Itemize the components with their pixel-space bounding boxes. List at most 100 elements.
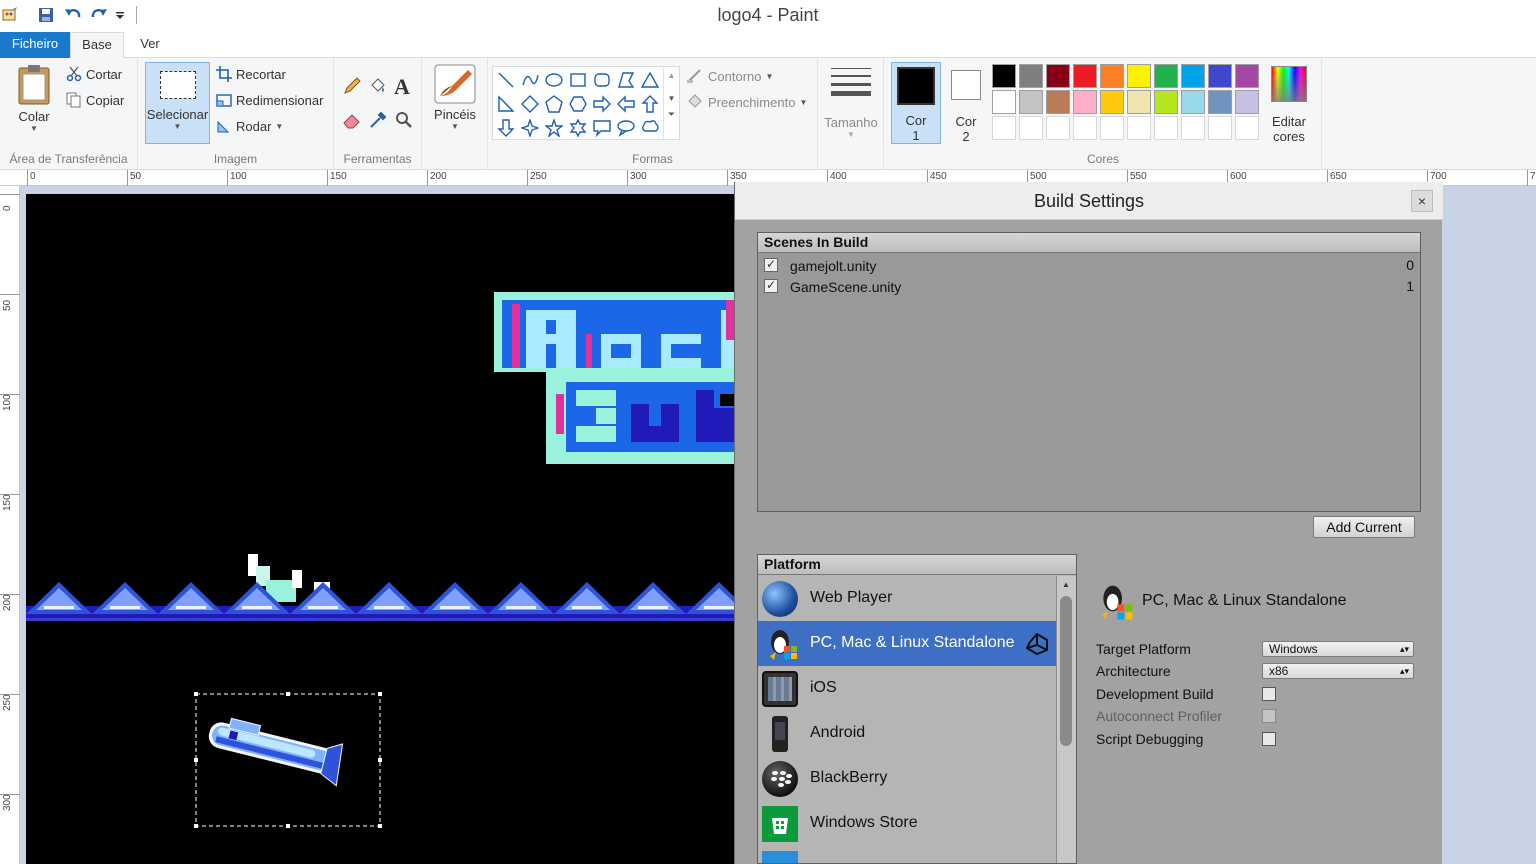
palette-swatch[interactable]: [992, 90, 1016, 114]
palette-swatch[interactable]: [1046, 90, 1070, 114]
eraser-tool[interactable]: [342, 110, 362, 130]
right-arrow-shape-icon[interactable]: [591, 93, 613, 115]
copy-button[interactable]: Copiar: [66, 92, 124, 108]
tab-view[interactable]: Ver: [130, 32, 170, 58]
edit-colors-button[interactable]: Editar cores: [1264, 64, 1314, 144]
curve-shape-icon[interactable]: [519, 69, 541, 91]
pentagon-shape-icon[interactable]: [543, 93, 565, 115]
cloud-callout-shape-icon[interactable]: [639, 117, 661, 139]
palette-swatch[interactable]: [1235, 64, 1259, 88]
palette-empty-swatch[interactable]: [1208, 116, 1232, 140]
palette-swatch[interactable]: [1208, 64, 1232, 88]
crop-button[interactable]: Recortar: [216, 66, 286, 82]
diamond-shape-icon[interactable]: [519, 93, 541, 115]
palette-empty-swatch[interactable]: [992, 116, 1016, 140]
paste-button[interactable]: Colar ▼: [6, 64, 62, 133]
palette-empty-swatch[interactable]: [1100, 116, 1124, 140]
close-button[interactable]: ×: [1411, 190, 1433, 212]
palette-swatch[interactable]: [1019, 90, 1043, 114]
palette-empty-swatch[interactable]: [1019, 116, 1043, 140]
five-point-star-shape-icon[interactable]: [543, 117, 565, 139]
palette-swatch[interactable]: [1154, 90, 1178, 114]
platform-item-windows-store[interactable]: Windows Store: [758, 801, 1056, 846]
shapes-scroll[interactable]: ▲ ▼ ⏷: [663, 67, 679, 139]
script-debugging-checkbox[interactable]: [1262, 732, 1276, 746]
fill-button[interactable]: Preenchimento ▼: [686, 94, 807, 110]
palette-swatch[interactable]: [992, 64, 1016, 88]
platform-item-blackberry[interactable]: BlackBerry: [758, 756, 1056, 801]
add-current-button[interactable]: Add Current: [1313, 516, 1415, 538]
platform-scrollbar-thumb[interactable]: [1060, 596, 1072, 746]
palette-swatch[interactable]: [1073, 64, 1097, 88]
fill-tool[interactable]: [368, 76, 388, 96]
palette-empty-swatch[interactable]: [1154, 116, 1178, 140]
platform-item-ios[interactable]: iOS: [758, 666, 1056, 711]
palette-empty-swatch[interactable]: [1181, 116, 1205, 140]
palette-swatch[interactable]: [1100, 64, 1124, 88]
line-shape-icon[interactable]: [495, 69, 517, 91]
scene-row[interactable]: ✓ gamejolt.unity 0: [758, 255, 1420, 277]
select-button[interactable]: Selecionar ▼: [145, 62, 210, 144]
scene-include-checkbox[interactable]: ✓: [764, 258, 778, 272]
platform-item-partial[interactable]: [758, 846, 1056, 863]
rectangular-callout-shape-icon[interactable]: [591, 117, 613, 139]
image-group-label: Imagem: [213, 152, 258, 166]
palette-empty-swatch[interactable]: [1073, 116, 1097, 140]
scene-row[interactable]: ✓ GameScene.unity 1: [758, 276, 1420, 298]
palette-empty-swatch[interactable]: [1235, 116, 1259, 140]
palette-swatch[interactable]: [1208, 90, 1232, 114]
left-arrow-shape-icon[interactable]: [615, 93, 637, 115]
palette-swatch[interactable]: [1154, 64, 1178, 88]
drawing-canvas[interactable]: [26, 194, 734, 864]
palette-swatch[interactable]: [1181, 64, 1205, 88]
brushes-button[interactable]: Pincéis ▼: [428, 64, 482, 131]
color-picker-tool[interactable]: [368, 110, 388, 130]
target-platform-select[interactable]: Windows ▴▾: [1262, 641, 1414, 657]
size-button[interactable]: Tamanho ▼: [824, 66, 878, 139]
rotate-button[interactable]: Rodar ▼: [216, 118, 283, 134]
palette-swatch[interactable]: [1073, 90, 1097, 114]
six-point-star-shape-icon[interactable]: [567, 117, 589, 139]
polygon-shape-icon[interactable]: [615, 69, 637, 91]
palette-swatch[interactable]: [1019, 64, 1043, 88]
palette-swatch[interactable]: [1181, 90, 1205, 114]
platform-item-web-player[interactable]: Web Player: [758, 576, 1056, 621]
hexagon-shape-icon[interactable]: [567, 93, 589, 115]
development-build-checkbox[interactable]: [1262, 687, 1276, 701]
up-arrow-shape-icon[interactable]: [639, 93, 661, 115]
oval-shape-icon[interactable]: [543, 69, 565, 91]
rounded-rectangle-shape-icon[interactable]: [591, 69, 613, 91]
architecture-select[interactable]: x86 ▴▾: [1262, 663, 1414, 679]
resize-button[interactable]: Redimensionar: [216, 92, 323, 108]
right-triangle-shape-icon[interactable]: [495, 93, 517, 115]
palette-swatch[interactable]: [1127, 64, 1151, 88]
platform-item-standalone[interactable]: PC, Mac & Linux Standalone: [758, 621, 1056, 666]
color2-button[interactable]: Cor 2: [941, 62, 991, 144]
palette-swatch[interactable]: [1235, 90, 1259, 114]
platform-item-android[interactable]: Android: [758, 711, 1056, 756]
palette-swatch[interactable]: [1127, 90, 1151, 114]
palette-swatch[interactable]: [1100, 90, 1124, 114]
shapes-scroll-up-icon[interactable]: ▲: [664, 71, 679, 80]
magnifier-tool[interactable]: [394, 110, 414, 130]
palette-swatch[interactable]: [1046, 64, 1070, 88]
rectangle-shape-icon[interactable]: [567, 69, 589, 91]
outline-button[interactable]: Contorno ▼: [686, 68, 773, 84]
color1-button[interactable]: Cor 1: [891, 62, 941, 144]
pencil-tool[interactable]: [342, 76, 362, 96]
oval-callout-shape-icon[interactable]: [615, 117, 637, 139]
tab-home[interactable]: Base: [70, 32, 124, 59]
platform-scrollbar[interactable]: ▲: [1056, 576, 1076, 863]
palette-empty-swatch[interactable]: [1046, 116, 1070, 140]
cut-button[interactable]: Cortar: [66, 66, 122, 82]
shapes-scroll-down-icon[interactable]: ▼: [664, 94, 679, 103]
scroll-up-icon[interactable]: ▲: [1062, 580, 1070, 589]
tab-file[interactable]: Ficheiro: [0, 32, 70, 58]
down-arrow-shape-icon[interactable]: [495, 117, 517, 139]
shapes-expand-icon[interactable]: ⏷: [664, 109, 679, 120]
text-tool[interactable]: A: [394, 74, 410, 100]
scene-include-checkbox[interactable]: ✓: [764, 279, 778, 293]
triangle-shape-icon[interactable]: [639, 69, 661, 91]
palette-empty-swatch[interactable]: [1127, 116, 1151, 140]
four-point-star-shape-icon[interactable]: [519, 117, 541, 139]
